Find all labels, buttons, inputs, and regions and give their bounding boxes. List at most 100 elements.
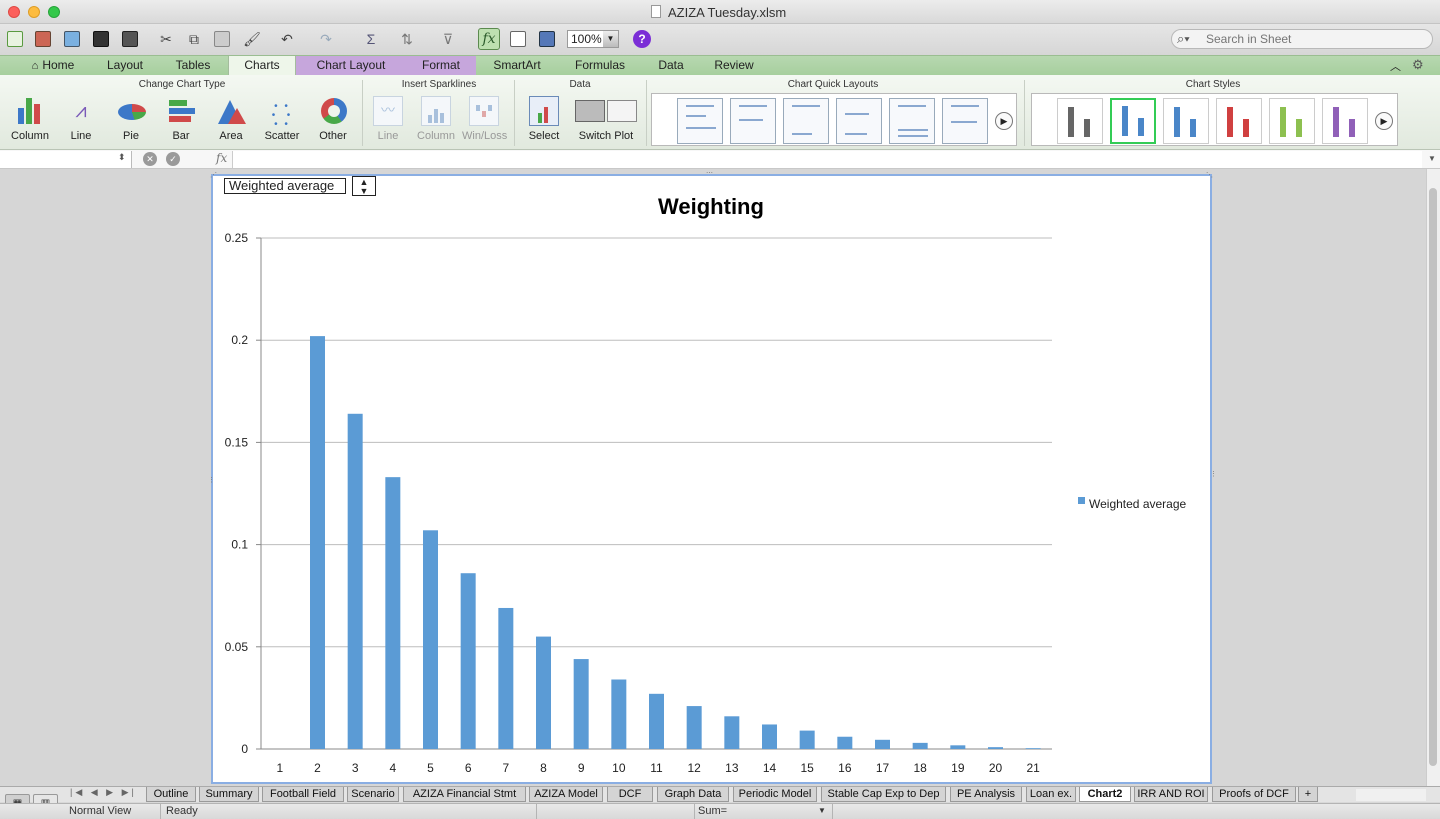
sort-icon[interactable]: ⇅: [396, 28, 418, 50]
name-box-stepper-icon[interactable]: ⬍: [118, 152, 126, 163]
minimize-window-button[interactable]: [28, 6, 40, 18]
sheet-tab[interactable]: Outline: [146, 787, 196, 802]
chart-style-4[interactable]: [1216, 98, 1262, 144]
undo-icon[interactable]: ↶: [276, 28, 298, 50]
sheet-tab[interactable]: IRR AND ROI: [1134, 787, 1208, 802]
chart-style-1[interactable]: [1057, 98, 1103, 144]
quick-layout-6[interactable]: [942, 98, 988, 144]
templates-icon[interactable]: [32, 28, 54, 50]
sheet-tab[interactable]: Chart2: [1079, 787, 1131, 802]
tab-review[interactable]: Review: [704, 56, 764, 76]
sheet-tab[interactable]: AZIZA Model: [529, 787, 603, 802]
horizontal-scrollbar[interactable]: [1356, 789, 1426, 801]
quick-layout-2[interactable]: [730, 98, 776, 144]
chart-type-line-button[interactable]: ⩘ Line: [59, 96, 103, 142]
select-data-button[interactable]: Select: [522, 96, 566, 142]
filter-icon[interactable]: ⊽: [437, 28, 459, 50]
sheet-tab[interactable]: Stable Cap Exp to Dep: [821, 787, 946, 802]
chart-bar: [498, 607, 514, 749]
switch-plot-icon: [575, 96, 637, 126]
insert-function-icon[interactable]: fx: [216, 151, 227, 165]
tab-layout[interactable]: Layout: [96, 56, 154, 76]
resize-handle[interactable]: ⋮: [1210, 470, 1217, 478]
sparkline-winloss-button[interactable]: Win/Loss: [462, 96, 507, 142]
chart-series-stepper-icon[interactable]: ▲ ▼: [352, 176, 376, 196]
switch-plot-button[interactable]: Switch Plot: [572, 96, 640, 142]
help-icon[interactable]: ?: [633, 30, 651, 48]
tab-tables[interactable]: Tables: [160, 56, 226, 76]
sheet-tab[interactable]: DCF: [607, 787, 653, 802]
cut-icon[interactable]: ✂: [155, 28, 177, 50]
chart-type-pie-button[interactable]: Pie: [109, 96, 153, 142]
paste-icon[interactable]: [211, 28, 233, 50]
vertical-scroll-thumb[interactable]: [1429, 188, 1437, 766]
format-painter-icon[interactable]: 🖌: [241, 28, 263, 50]
sheet-tab[interactable]: Periodic Model: [733, 787, 817, 802]
gear-icon[interactable]: ⚙: [1412, 57, 1424, 73]
title-bar: AZIZA Tuesday.xlsm: [0, 0, 1440, 24]
sheet-nav-arrows-icon[interactable]: |◀ ◀ ▶ ▶|: [70, 787, 137, 798]
autosum-icon[interactable]: Σ: [360, 28, 382, 50]
tab-formulas[interactable]: Formulas: [562, 56, 638, 76]
chart-style-5[interactable]: [1269, 98, 1315, 144]
formula-enter-icon[interactable]: ✓: [166, 152, 180, 166]
sheet-tab[interactable]: Graph Data: [657, 787, 729, 802]
quick-layout-1[interactable]: [677, 98, 723, 144]
resize-handle[interactable]: ⋮: [208, 476, 215, 484]
sheet-tab[interactable]: Summary: [199, 787, 259, 802]
search-input[interactable]: [1206, 31, 1426, 47]
chart-series-dropdown[interactable]: Weighted average: [224, 178, 346, 194]
chart-type-scatter-button[interactable]: • • • • • • Scatter: [260, 96, 304, 143]
chart-type-bar-button[interactable]: Bar: [159, 96, 203, 142]
quick-layouts-next-icon[interactable]: ▶: [995, 112, 1013, 130]
sheet-tab[interactable]: Proofs of DCF: [1212, 787, 1296, 802]
save-icon[interactable]: [90, 28, 112, 50]
sparkline-column-button[interactable]: Column: [414, 96, 458, 142]
add-sheet-button[interactable]: +: [1298, 787, 1318, 802]
chart-styles-next-icon[interactable]: ▶: [1375, 112, 1393, 130]
sheet-tab[interactable]: Scenario: [347, 787, 399, 802]
quick-layout-5[interactable]: [889, 98, 935, 144]
chart-type-area-button[interactable]: Area: [209, 96, 253, 142]
formula-cancel-icon[interactable]: ✕: [143, 152, 157, 166]
sheet-tab[interactable]: PE Analysis: [950, 787, 1022, 802]
sheet-tab[interactable]: Loan ex.: [1026, 787, 1076, 802]
sum-dropdown-icon[interactable]: ▼: [818, 806, 826, 815]
chart-type-column-button[interactable]: Column: [8, 96, 52, 142]
resize-handle[interactable]: ⋰: [210, 171, 217, 179]
redo-icon[interactable]: ↷: [315, 28, 337, 50]
copy-icon[interactable]: ⧉: [183, 28, 205, 50]
tab-smartart[interactable]: SmartArt: [480, 56, 554, 76]
formula-builder-icon[interactable]: fx: [478, 28, 500, 50]
search-icon[interactable]: ⌕▾: [1177, 31, 1190, 47]
chart-style-3[interactable]: [1163, 98, 1209, 144]
tab-chart-layout[interactable]: Chart Layout: [296, 56, 406, 76]
chart-style-2[interactable]: [1110, 98, 1156, 144]
quick-layout-4[interactable]: [836, 98, 882, 144]
ribbon-collapse-icon[interactable]: ︿: [1390, 58, 1401, 74]
toolbox-icon[interactable]: [536, 28, 558, 50]
sheet-tab[interactable]: Football Field: [262, 787, 344, 802]
gallery-toggle-icon[interactable]: [507, 28, 529, 50]
resize-handle[interactable]: ⋱: [1206, 171, 1213, 179]
resize-handle[interactable]: ⋯: [706, 169, 720, 177]
zoom-window-button[interactable]: [48, 6, 60, 18]
print-icon[interactable]: [119, 28, 141, 50]
sheet-tab[interactable]: AZIZA Financial Stmt: [403, 787, 526, 802]
name-box[interactable]: [0, 151, 132, 168]
chart-type-other-button[interactable]: Other: [311, 96, 355, 142]
quick-layout-3[interactable]: [783, 98, 829, 144]
tab-data[interactable]: Data: [646, 56, 696, 76]
status-sum[interactable]: Sum=: [698, 805, 727, 817]
formula-input[interactable]: [232, 151, 1422, 168]
tab-charts[interactable]: Charts: [228, 56, 296, 76]
tab-format[interactable]: Format: [406, 56, 476, 76]
open-icon[interactable]: [61, 28, 83, 50]
sparkline-line-button[interactable]: 〰 Line: [366, 96, 410, 142]
formula-expand-icon[interactable]: ▼: [1428, 154, 1436, 163]
chart-style-6[interactable]: [1322, 98, 1368, 144]
zoom-dropdown-icon[interactable]: ▼: [603, 31, 618, 47]
close-window-button[interactable]: [8, 6, 20, 18]
tab-home[interactable]: ⌂ Home: [14, 56, 92, 76]
new-workbook-icon[interactable]: [4, 28, 26, 50]
